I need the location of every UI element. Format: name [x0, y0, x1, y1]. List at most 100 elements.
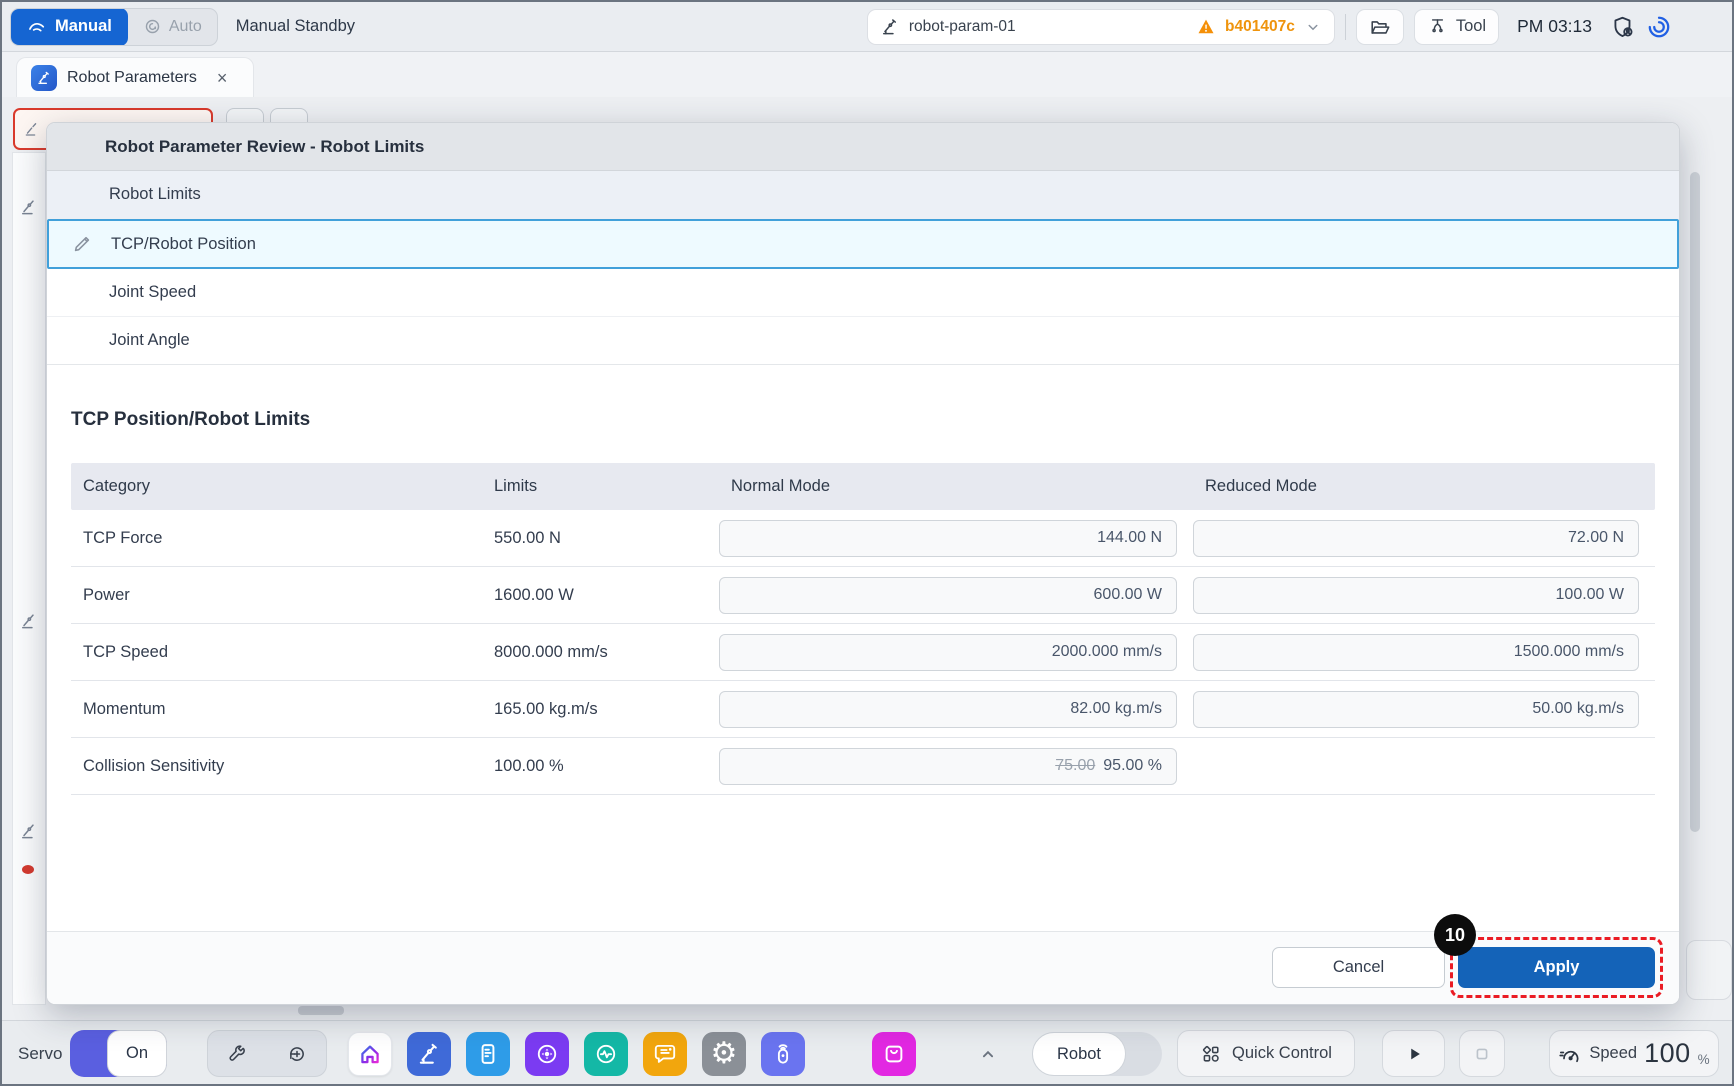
alert-code: b401407c [1225, 18, 1295, 36]
category-cell: Momentum [71, 700, 482, 719]
file-open-button[interactable] [1356, 9, 1404, 45]
tool-icon [1427, 16, 1448, 37]
tool-button[interactable]: Tool [1414, 9, 1499, 45]
play-button[interactable] [1382, 1030, 1445, 1077]
limit-cell: 1600.00 W [482, 586, 719, 605]
speed-gauge-icon [1558, 1042, 1582, 1066]
nav-item-label: Joint Speed [109, 283, 196, 302]
background-left-panel [12, 152, 46, 1005]
manual-mode-label: Manual [55, 17, 112, 36]
step-badge: 10 [1434, 914, 1476, 956]
recovery-button[interactable] [268, 1031, 326, 1076]
app-task-icon[interactable] [466, 1032, 510, 1076]
table-header-row: Category Limits Normal Mode Reduced Mode [71, 463, 1655, 510]
quick-control-label: Quick Control [1232, 1044, 1332, 1063]
chevron-down-icon[interactable] [1304, 18, 1322, 36]
robot-arm-icon [880, 17, 900, 37]
play-icon [1403, 1043, 1425, 1065]
app-store-icon[interactable] [872, 1032, 916, 1076]
robot-arm-icon [19, 197, 39, 217]
quick-control-button[interactable]: Quick Control [1177, 1030, 1355, 1077]
top-bar: Manual Auto Manual Standby robot-param-0… [2, 2, 1732, 52]
tool-button-label: Tool [1456, 17, 1486, 36]
app-settings-icon[interactable]: ⚙ [702, 1032, 746, 1076]
manual-mode-icon [27, 17, 47, 37]
program-name: robot-param-01 [909, 18, 1016, 36]
power-swirl-icon[interactable] [1646, 14, 1672, 40]
limits-nav-list: Robot Limits TCP/Robot Position Joint Spee… [47, 171, 1679, 365]
background-scrollbar[interactable] [1690, 172, 1700, 832]
app-remote-icon[interactable] [761, 1032, 805, 1076]
col-reduced-mode: Reduced Mode [1193, 477, 1655, 496]
category-cell: Collision Sensitivity [71, 757, 482, 776]
dialog-title: Robot Parameter Review - Robot Limits [47, 123, 1679, 171]
table-body: TCP Force550.00 N144.00 N 72.00 N Power160… [71, 510, 1655, 795]
app-home-icon[interactable] [348, 1032, 392, 1076]
tab-close-icon[interactable]: × [217, 69, 228, 87]
manual-mode-button[interactable]: Manual [11, 8, 128, 46]
tab-label: Robot Parameters [67, 69, 197, 87]
reduced-mode-input[interactable]: 100.00 W [1193, 577, 1639, 614]
servo-label: Servo [18, 1030, 62, 1077]
normal-mode-input[interactable]: 75.0095.00 % [719, 748, 1177, 785]
app-message-icon[interactable] [643, 1032, 687, 1076]
table-row-tcp-force: TCP Force550.00 N144.00 N 72.00 N [71, 510, 1655, 567]
reduced-mode-input[interactable]: 72.00 N [1193, 520, 1639, 557]
chevron-up-icon[interactable] [977, 1030, 999, 1077]
nav-item-joint-speed[interactable]: Joint Speed [47, 269, 1679, 317]
tab-robot-parameters[interactable]: Robot Parameters × [16, 57, 254, 97]
warning-icon [1196, 17, 1216, 37]
col-normal-mode: Normal Mode [719, 477, 1193, 496]
col-limits: Limits [482, 477, 719, 496]
category-cell: Power [71, 586, 482, 605]
section-title: TCP Position/Robot Limits [71, 409, 1679, 431]
limits-table: Category Limits Normal Mode Reduced Mode… [71, 463, 1655, 795]
table-row-momentum: Momentum165.00 kg.m/s82.00 kg.m/s 50.00 k… [71, 681, 1655, 738]
normal-mode-input[interactable]: 144.00 N [719, 520, 1177, 557]
robot-task-toggle[interactable]: Robot [1032, 1032, 1162, 1076]
nav-item-joint-angle[interactable]: Joint Angle [47, 317, 1679, 365]
limit-cell: 550.00 N [482, 529, 719, 548]
stop-icon [1471, 1043, 1493, 1065]
normal-mode-input[interactable]: 82.00 kg.m/s [719, 691, 1177, 728]
app-jog-icon[interactable] [525, 1032, 569, 1076]
app-robot-icon[interactable] [407, 1032, 451, 1076]
nav-item-label: Joint Angle [109, 331, 190, 350]
limit-cell: 100.00 % [482, 757, 719, 776]
limit-cell: 165.00 kg.m/s [482, 700, 719, 719]
reduced-mode-input[interactable]: 50.00 kg.m/s [1193, 691, 1639, 728]
app-monitor-icon[interactable] [584, 1032, 628, 1076]
limit-cell: 8000.000 mm/s [482, 643, 719, 662]
background-hscrollbar[interactable] [298, 1006, 344, 1015]
auto-mode-button[interactable]: Auto [128, 9, 217, 45]
wrench-button[interactable] [208, 1031, 266, 1076]
cancel-button[interactable]: Cancel [1272, 947, 1445, 988]
divider [1345, 14, 1346, 40]
clock: PM 03:13 [1517, 16, 1592, 37]
normal-mode-input[interactable]: 2000.000 mm/s [719, 634, 1177, 671]
robot-toggle-label: Robot [1032, 1032, 1126, 1076]
auto-mode-label: Auto [169, 18, 202, 36]
tool-buttons-group [207, 1030, 327, 1077]
bottom-dock: Servo On ⚙ Robot Quick Control [2, 1020, 1732, 1084]
robot-parameter-review-dialog: Robot Parameter Review - Robot Limits Ro… [46, 122, 1680, 1005]
stop-button[interactable] [1459, 1030, 1505, 1077]
speed-control[interactable]: Speed 100 % [1549, 1030, 1719, 1077]
nav-item-robot-limits[interactable]: Robot Limits [47, 171, 1679, 219]
normal-mode-input[interactable]: 600.00 W [719, 577, 1177, 614]
robot-arm-icon [19, 611, 39, 631]
reduced-mode-input[interactable]: 1500.000 mm/s [1193, 634, 1639, 671]
folder-icon [1369, 16, 1391, 38]
nav-item-tcp-robot-position[interactable]: TCP/Robot Position [47, 219, 1679, 269]
servo-toggle[interactable]: On [70, 1030, 167, 1077]
app-launcher-row: ⚙ [348, 1030, 916, 1077]
safety-shield-icon[interactable] [1610, 14, 1636, 40]
top-bar-right: robot-param-01 b401407c [867, 9, 1672, 45]
category-cell: TCP Force [71, 529, 482, 548]
nav-item-label: TCP/Robot Position [111, 235, 256, 254]
program-selector[interactable]: robot-param-01 b401407c [867, 9, 1335, 45]
apply-button[interactable]: Apply [1458, 947, 1655, 988]
nav-item-label: Robot Limits [109, 185, 201, 204]
speed-label: Speed [1589, 1044, 1637, 1063]
table-row-collision-sensitivity: Collision Sensitivity100.00 %75.0095.00 … [71, 738, 1655, 795]
